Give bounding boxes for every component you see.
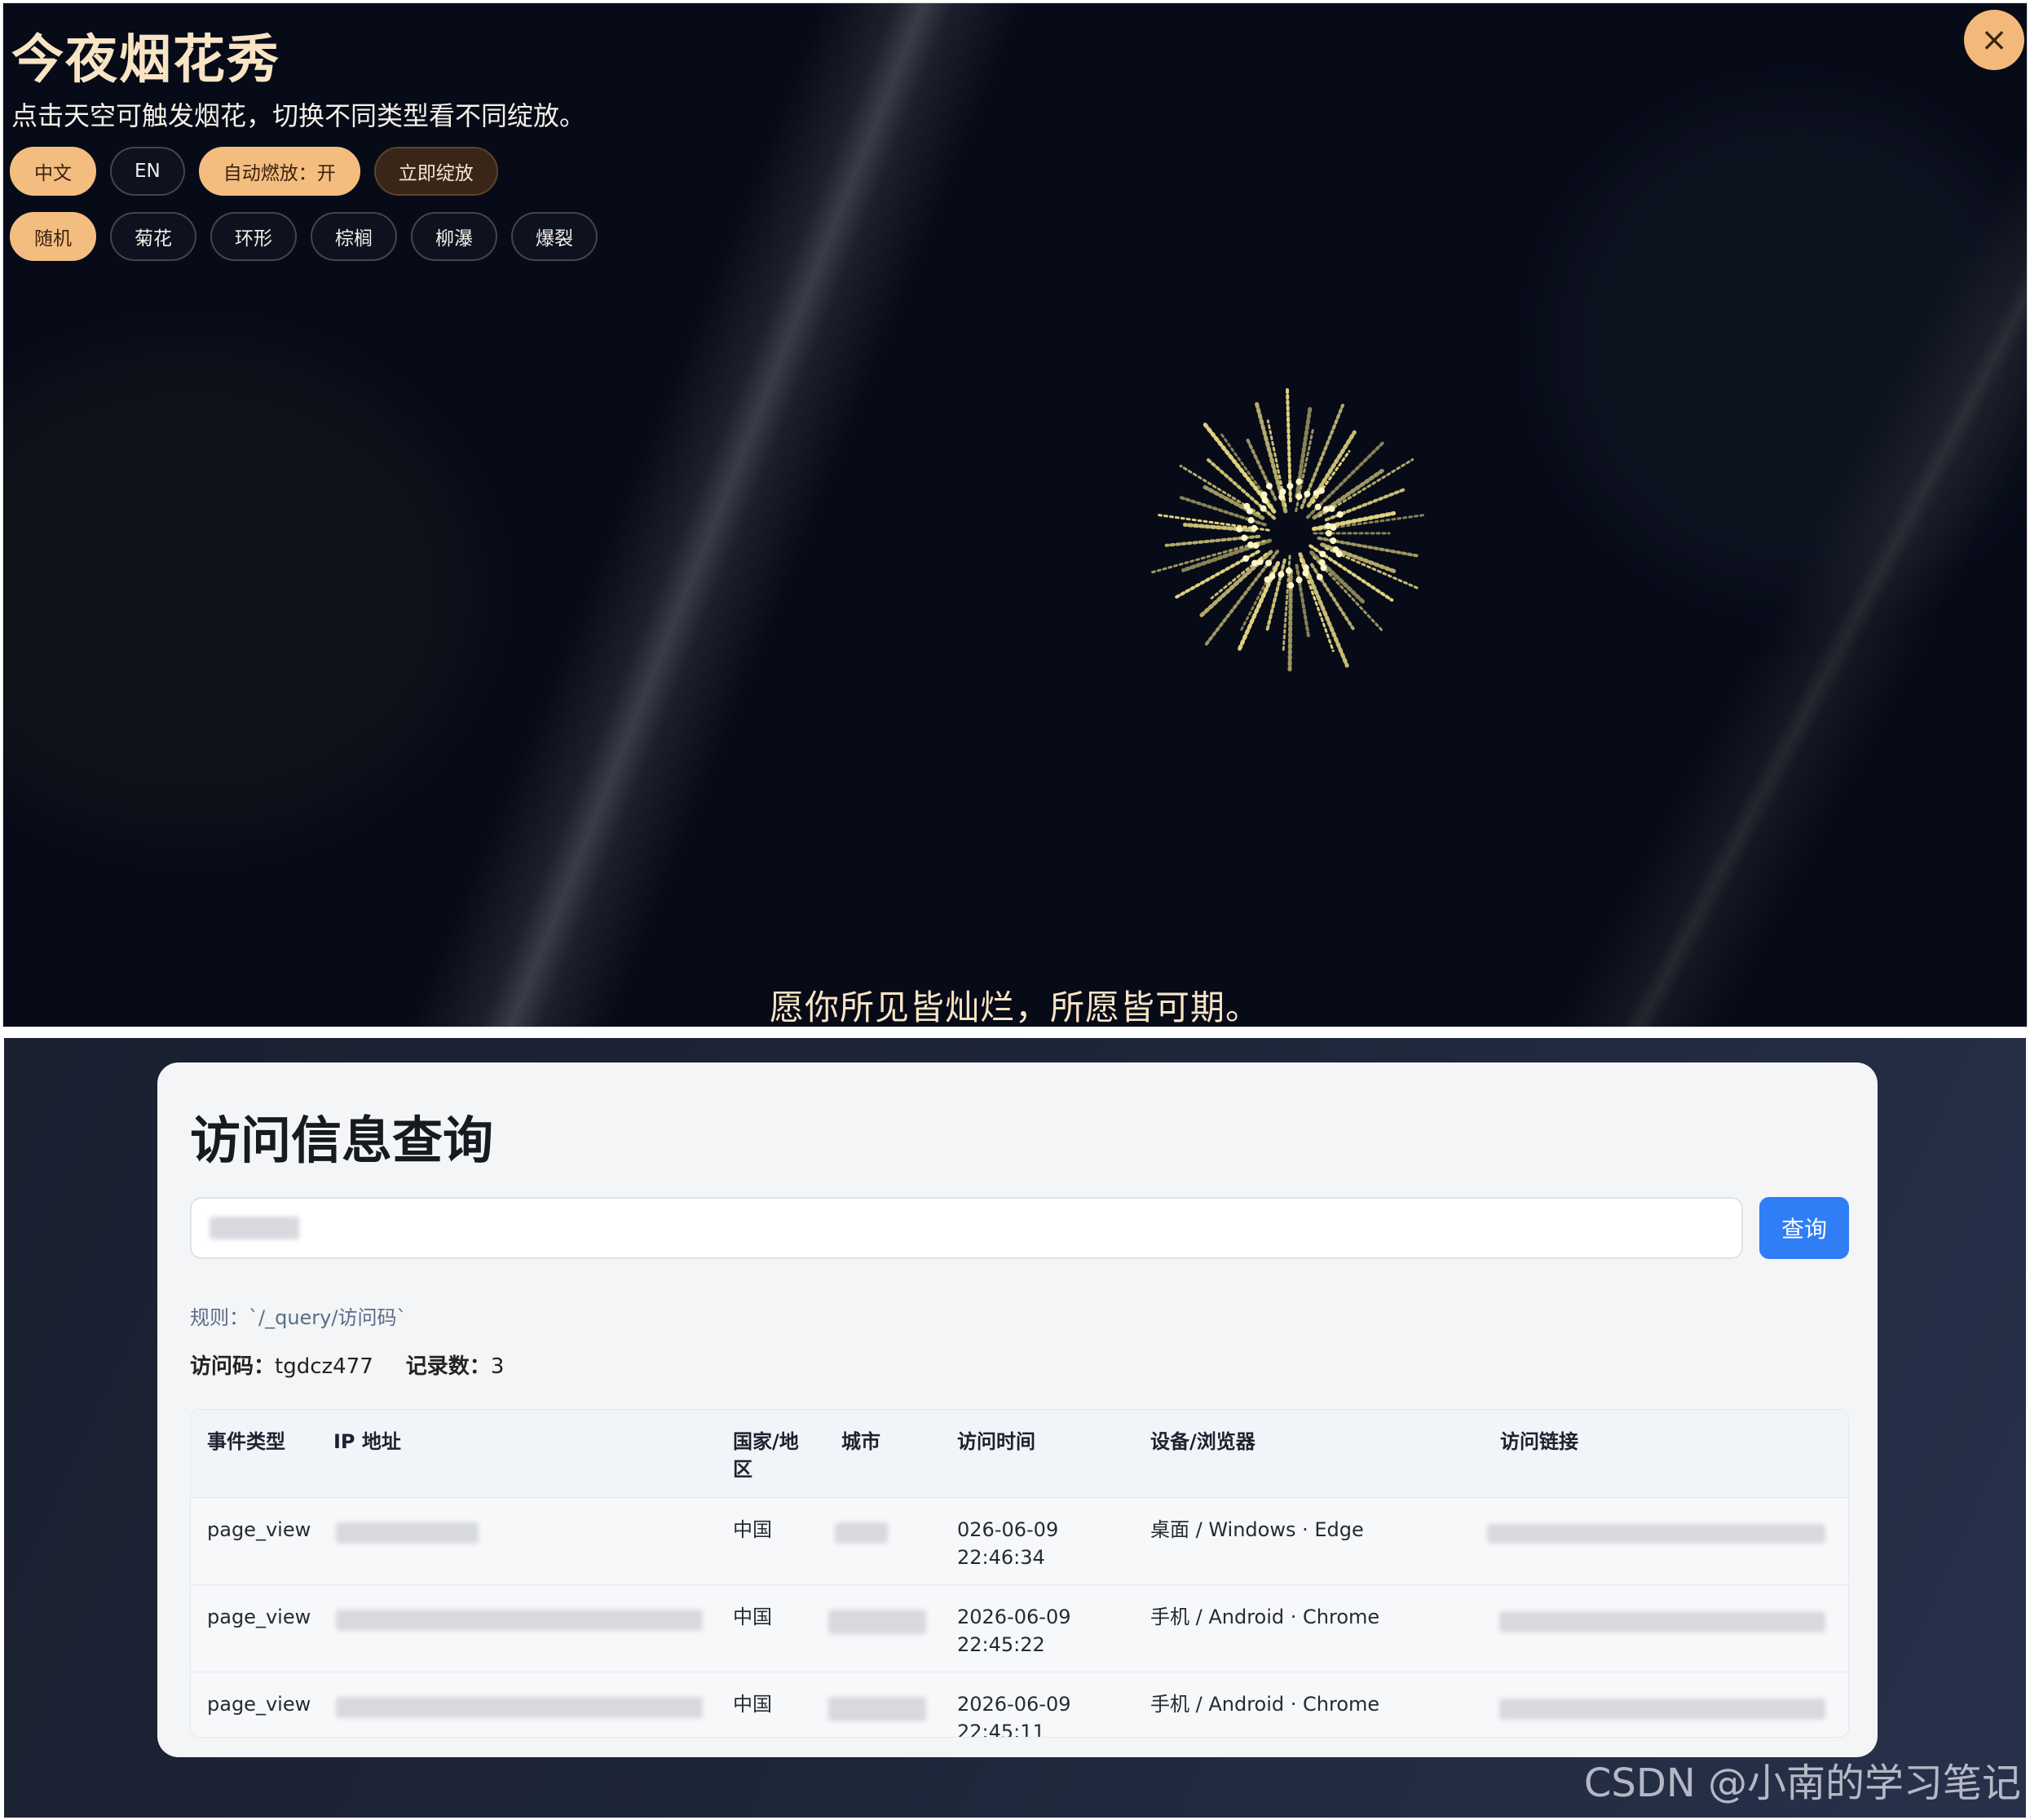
redacted-link[interactable]	[1499, 1699, 1825, 1720]
col-ip: IP 地址	[333, 1430, 401, 1453]
close-button[interactable]: ×	[1964, 10, 2024, 70]
count-label: 记录数：	[405, 1354, 491, 1379]
page-subtitle: 点击天空可触发烟花，切换不同类型看不同绽放。	[11, 100, 586, 131]
col-event-type: 事件类型	[207, 1430, 285, 1453]
firework-spark	[1243, 502, 1251, 510]
firework-spark	[1251, 559, 1259, 567]
code-value: tgdcz477	[275, 1354, 373, 1379]
redacted-city	[828, 1697, 926, 1721]
rule-hint: 规则：`/_query/访问码`	[190, 1306, 407, 1329]
auto-launch-toggle[interactable]: 自动燃放：开	[198, 147, 360, 196]
col-link: 访问链接	[1500, 1430, 1578, 1453]
visits-table: 事件类型 IP 地址 国家/地 区 城市 访问时间 设备/浏览器 访问链接 pa…	[190, 1409, 1849, 1738]
firework-spark	[1317, 487, 1325, 494]
firework-spark	[1320, 564, 1327, 572]
firework-spark	[1285, 567, 1292, 574]
redacted-ip	[336, 1697, 703, 1718]
firework-spark	[1260, 505, 1267, 512]
cell-country: 中国	[733, 1518, 772, 1541]
lang-zh-button[interactable]: 中文	[10, 147, 96, 196]
firework-spark	[1265, 483, 1273, 490]
code-label: 访问码：	[190, 1354, 276, 1379]
firework-spark	[1319, 550, 1326, 558]
table-row: page_view 中国 026-06-09 22:46:34 桌面 / Win…	[191, 1498, 1848, 1585]
firework-spark	[1264, 559, 1272, 567]
firework-spark	[1302, 569, 1309, 576]
cell-device: 手机 / Android · Chrome	[1150, 1606, 1380, 1628]
firework-burst	[1151, 387, 1426, 672]
redacted-ip	[336, 1610, 703, 1631]
firework-spark	[1242, 555, 1250, 563]
cell-device: 桌面 / Windows · Edge	[1150, 1518, 1364, 1541]
redacted-link[interactable]	[1499, 1611, 1825, 1632]
firework-spark	[1286, 483, 1294, 490]
redacted-city	[835, 1522, 888, 1544]
redacted-ip	[336, 1522, 479, 1544]
cell-event: page_view	[207, 1606, 311, 1628]
col-device: 设备/浏览器	[1150, 1430, 1256, 1453]
firework-spark	[1241, 534, 1248, 541]
page-title: 今夜烟花秀	[11, 30, 280, 91]
firework-spark	[1330, 523, 1337, 531]
cell-time: 026-06-09 22:46:34	[957, 1518, 1059, 1569]
redacted-city	[828, 1610, 926, 1634]
firework-spark	[1328, 505, 1335, 512]
firework-spark	[1278, 571, 1285, 578]
redacted-link[interactable]	[1487, 1524, 1825, 1544]
firework-spark	[1279, 488, 1286, 496]
firework-spark	[1247, 516, 1255, 523]
close-icon: ×	[1980, 21, 2008, 59]
firework-spark	[1314, 503, 1322, 510]
firework-spark	[1295, 493, 1303, 500]
type-chrysanthemum-button[interactable]: 菊花	[110, 212, 196, 261]
col-time: 访问时间	[957, 1430, 1035, 1453]
firework-spark	[1295, 576, 1303, 584]
cell-device: 手机 / Android · Chrome	[1150, 1693, 1380, 1716]
firework-spark	[1304, 490, 1311, 497]
type-willow-button[interactable]: 柳瀑	[411, 212, 497, 261]
control-bar: 中文 EN 自动燃放：开 立即绽放	[10, 147, 498, 196]
col-city: 城市	[841, 1430, 880, 1453]
cell-event: page_view	[207, 1518, 311, 1541]
firework-spark	[1247, 541, 1254, 549]
watermark: CSDN @小南的学习笔记	[1583, 1760, 2021, 1806]
firework-spark	[1264, 576, 1271, 583]
table-header: 事件类型 IP 地址 国家/地 区 城市 访问时间 设备/浏览器 访问链接	[191, 1410, 1848, 1498]
redacted-value	[210, 1217, 299, 1239]
firework-spark	[1251, 524, 1258, 532]
cell-event: page_view	[207, 1693, 311, 1716]
cell-time: 2026-06-09 22:45:11	[957, 1693, 1071, 1738]
cell-country: 中国	[733, 1693, 772, 1716]
firework-spark	[1326, 530, 1332, 537]
footer-message: 愿你所见皆灿烂，所愿皆可期。	[769, 987, 1260, 1027]
firework-spark	[1316, 573, 1323, 581]
type-random-button[interactable]: 随机	[10, 212, 96, 261]
firework-spark	[1336, 510, 1344, 518]
query-card: 访问信息查询 查询 规则：`/_query/访问码` 访问码：tgdcz477 …	[157, 1062, 1878, 1757]
firework-type-bar: 随机 菊花 环形 棕榈 柳瀑 爆裂	[10, 212, 598, 261]
table-row: page_view 中国 2026-06-09 22:45:22 手机 / An…	[191, 1585, 1848, 1672]
fireworks-canvas[interactable]: 今夜烟花秀 点击天空可触发烟花，切换不同类型看不同绽放。 中文 EN 自动燃放：…	[2, 2, 2028, 1027]
table-row: page_view 中国 2026-06-09 22:45:11 手机 / An…	[191, 1672, 1848, 1738]
result-meta: 访问码：tgdcz477 记录数：3	[190, 1350, 504, 1380]
lang-en-button[interactable]: EN	[110, 147, 185, 196]
firework-spark	[1330, 537, 1337, 545]
type-ring-button[interactable]: 环形	[210, 212, 297, 261]
cell-country: 中国	[733, 1606, 772, 1628]
type-palm-button[interactable]: 棕榈	[311, 212, 397, 261]
query-page: 访问信息查询 查询 规则：`/_query/访问码` 访问码：tgdcz477 …	[4, 1038, 2026, 1818]
access-code-input[interactable]	[190, 1197, 1743, 1259]
launch-now-button[interactable]: 立即绽放	[373, 147, 498, 196]
type-burst-button[interactable]: 爆裂	[511, 212, 598, 261]
firework-spark	[1260, 491, 1268, 498]
count-value: 3	[490, 1354, 505, 1379]
query-button[interactable]: 查询	[1759, 1197, 1849, 1259]
cell-time: 2026-06-09 22:45:22	[957, 1606, 1071, 1656]
query-title: 访问信息查询	[190, 1111, 494, 1170]
col-country: 国家/地 区	[733, 1430, 799, 1481]
firework-spark	[1335, 550, 1343, 558]
